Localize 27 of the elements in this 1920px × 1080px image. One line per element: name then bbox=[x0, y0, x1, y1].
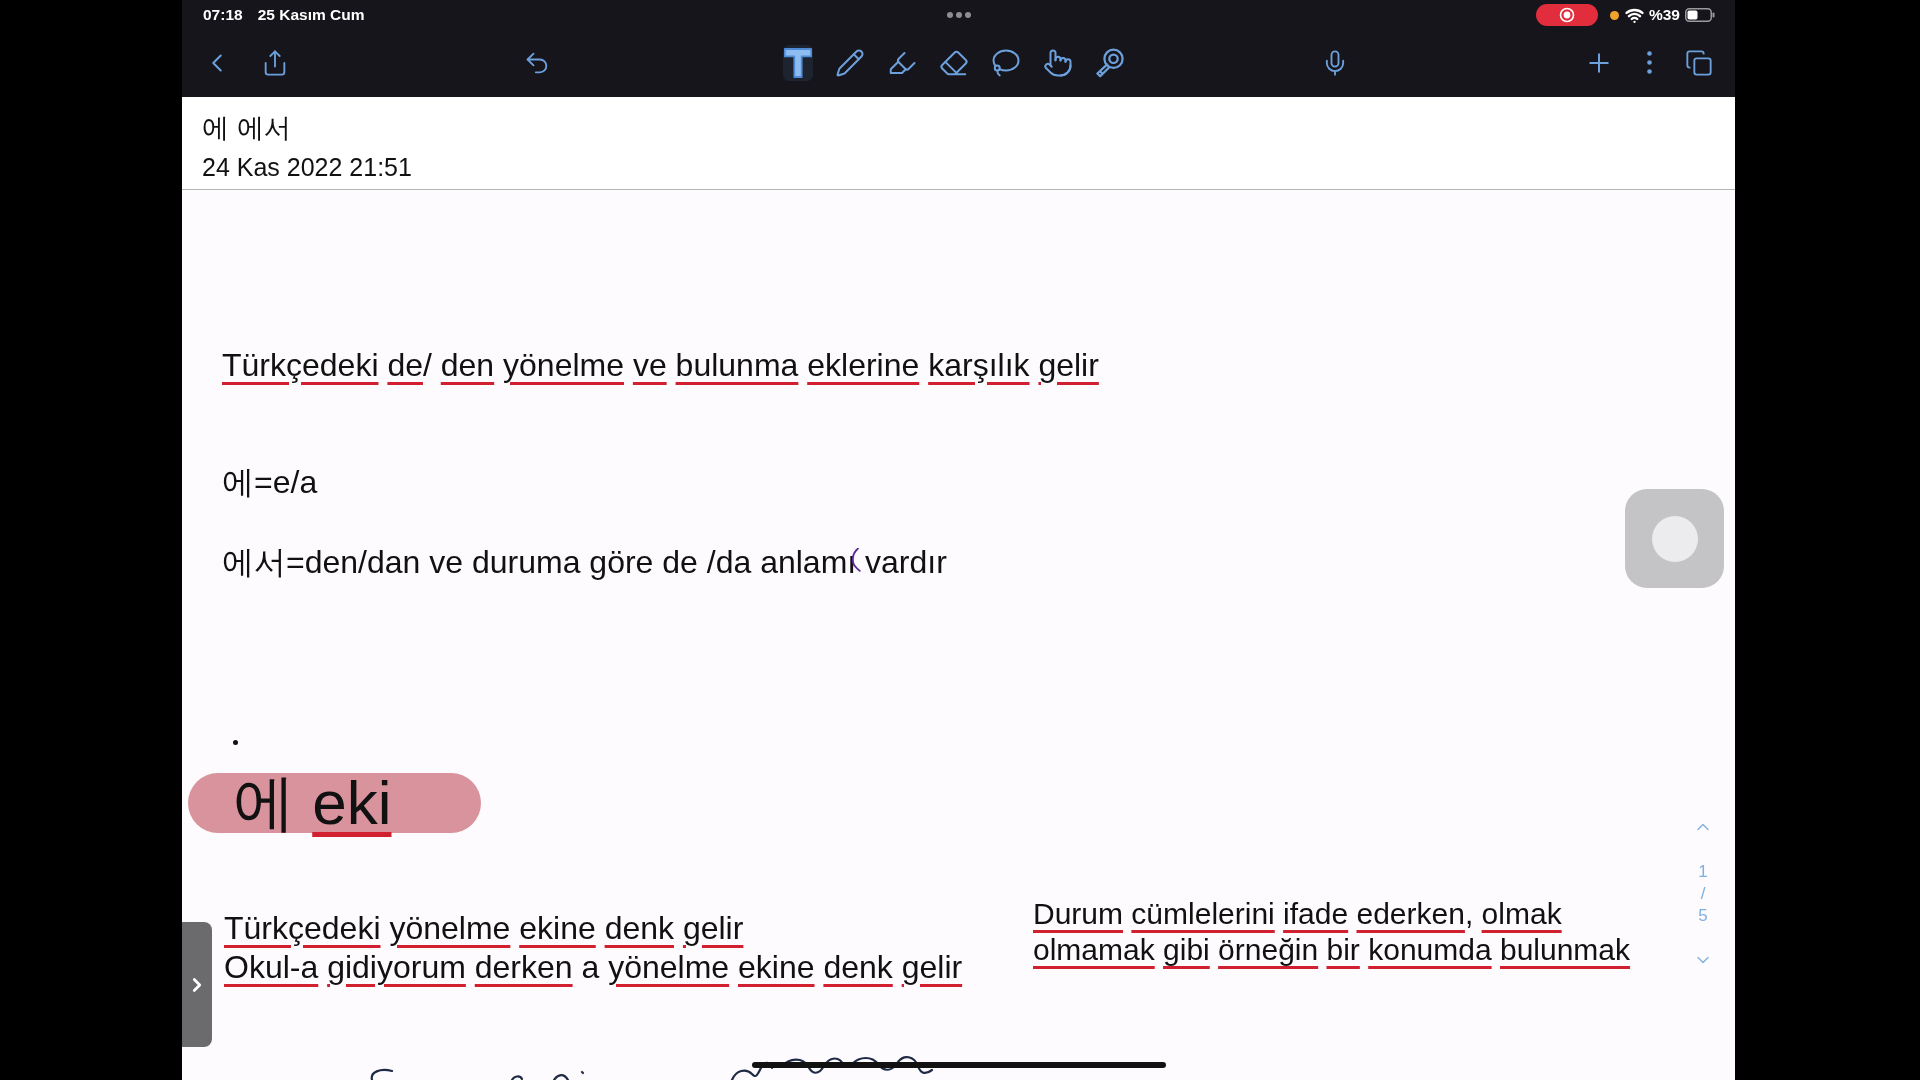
hand-pointer-icon bbox=[1043, 47, 1073, 78]
note-date: 24 Kas 2022 21:51 bbox=[202, 152, 412, 182]
status-date: 25 Kasım Cum bbox=[257, 5, 365, 26]
more-icon bbox=[1646, 51, 1652, 74]
pencil-icon bbox=[835, 47, 865, 78]
note-text: 에서=den/dan ve duruma göre de /da anlamı vardır bbox=[222, 543, 947, 581]
text-tool-button[interactable] bbox=[783, 44, 813, 81]
note-text: 에=e/a bbox=[222, 463, 318, 501]
lasso-icon bbox=[991, 47, 1021, 78]
note-text: Durum cümlelerini ifade ederken, olmak bbox=[1033, 896, 1562, 932]
laser-pointer-icon bbox=[1096, 47, 1124, 78]
sidebar-toggle-button[interactable] bbox=[182, 922, 212, 1047]
note-text: Okul-a gidiyorum derken a yönelme ekine denk gelir bbox=[224, 948, 963, 987]
pages-icon bbox=[1685, 48, 1713, 77]
battery-icon bbox=[1685, 8, 1715, 22]
note-title: 에 에서 bbox=[202, 112, 291, 145]
note-text: Türkçedeki yönelme ekine denk gelir bbox=[224, 909, 744, 948]
battery-percent: %39 bbox=[1648, 5, 1680, 26]
multitasking-dots-icon[interactable] bbox=[947, 12, 971, 18]
status-time: 07:18 bbox=[203, 5, 243, 26]
text-icon bbox=[784, 47, 812, 78]
record-icon bbox=[1535, 4, 1598, 26]
page-total: 5 bbox=[1698, 905, 1708, 927]
page-current: 1 bbox=[1698, 861, 1708, 883]
page-separator: / bbox=[1700, 883, 1706, 905]
note-text: olmamak gibi örneğin bir konumda bulunmak bbox=[1033, 932, 1631, 968]
note-text: Türkçedeki de/ den yönelme ve bulunma eklerine karşılık gelir bbox=[222, 346, 1099, 384]
